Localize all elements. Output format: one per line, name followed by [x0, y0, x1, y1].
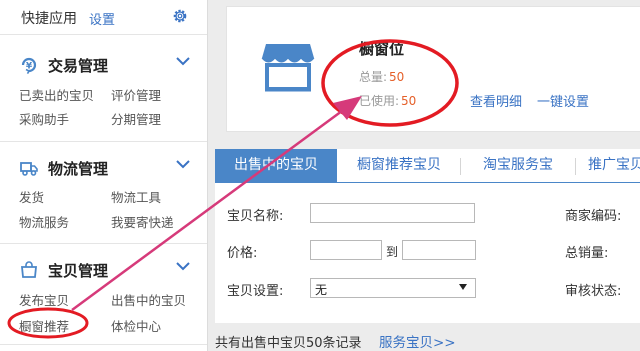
total-records-text: 共有出售中宝贝50条记录 [215, 336, 362, 351]
item-name-input[interactable] [310, 203, 475, 223]
storefront-icon [261, 44, 315, 92]
tab-promoted-items[interactable]: 推广宝贝 [576, 149, 640, 182]
quick-apps-title: 快捷应用 [21, 11, 77, 27]
divider [0, 243, 207, 244]
chevron-down-icon[interactable] [176, 56, 190, 66]
item-setting-value: 无 [315, 283, 328, 297]
results-footer: 共有出售中宝贝50条记录 服务宝贝>> [215, 324, 640, 351]
sidebar-link-purchase-assistant[interactable]: 采购助手 [19, 109, 69, 128]
section-trade-header[interactable]: ¥ 交易管理 [20, 55, 195, 75]
item-setting-select[interactable]: 无 [310, 278, 476, 298]
showcase-used-value: 50 [401, 94, 417, 108]
gear-icon[interactable] [172, 8, 188, 24]
section-logistics-header[interactable]: 物流管理 [20, 158, 195, 178]
divider [0, 141, 207, 142]
showcase-total-value: 50 [389, 70, 405, 84]
view-details-link[interactable]: 查看明细 [470, 91, 522, 110]
item-setting-label: 宝贝设置: [227, 284, 284, 299]
review-status-label: 审核状态: [565, 284, 622, 299]
sidebar-link-sold-items[interactable]: 已卖出的宝贝 [19, 85, 94, 104]
one-click-setup-link[interactable]: 一键设置 [537, 91, 589, 110]
sidebar-link-reviews[interactable]: 评价管理 [111, 85, 161, 104]
sidebar-link-items-on-sale[interactable]: 出售中的宝贝 [111, 290, 186, 309]
chevron-down-icon[interactable] [176, 261, 190, 271]
service-items-link[interactable]: 服务宝贝>> [379, 331, 456, 351]
chevron-down-icon[interactable] [176, 159, 190, 169]
showcase-card: 橱窗位 总量: 50 已使用: 50 查看明细 一键设置 [226, 6, 640, 132]
tab-items-on-sale[interactable]: 出售中的宝贝 [215, 149, 337, 182]
showcase-title: 橱窗位 [359, 40, 405, 58]
sidebar-link-logistics-service[interactable]: 物流服务 [19, 212, 69, 231]
quick-apps-settings-link[interactable]: 设置 [89, 9, 115, 28]
sidebar-link-installments[interactable]: 分期管理 [111, 109, 161, 128]
divider [0, 344, 207, 345]
merchant-code-label: 商家编码: [565, 209, 622, 224]
svg-text:¥: ¥ [26, 62, 33, 72]
section-items-header[interactable]: 宝贝管理 [20, 260, 195, 280]
price-label: 价格: [227, 246, 258, 261]
sidebar-link-health-check[interactable]: 体检中心 [111, 316, 161, 335]
price-max-input[interactable] [402, 240, 476, 260]
section-trade-title: 交易管理 [48, 57, 109, 75]
tab-taobao-service-items[interactable]: 淘宝服务宝 [461, 149, 575, 182]
price-to-label: 到 [386, 245, 399, 259]
yen-icon: ¥ [21, 57, 37, 74]
sidebar-link-logistics-tools[interactable]: 物流工具 [111, 187, 161, 206]
sidebar-link-showcase-recommend[interactable]: 橱窗推荐 [19, 316, 69, 335]
shop-bag-icon [21, 261, 37, 278]
truck-icon [20, 162, 38, 176]
dropdown-arrow-icon [459, 284, 467, 290]
quick-apps-header: 快捷应用 设置 [0, 0, 207, 35]
section-items-title: 宝贝管理 [48, 262, 109, 280]
showcase-used: 已使用: 50 [359, 94, 417, 108]
search-form: 宝贝名称: 商家编码: 价格: 到 总销量: 宝贝设置: 无 审核状态: [215, 183, 640, 323]
sidebar-link-ship[interactable]: 发货 [19, 187, 44, 206]
item-name-label: 宝贝名称: [227, 209, 284, 224]
section-logistics-title: 物流管理 [48, 160, 109, 178]
showcase-total: 总量: 50 [359, 70, 405, 84]
sidebar-link-send-express[interactable]: 我要寄快递 [111, 212, 174, 231]
price-min-input[interactable] [310, 240, 382, 260]
sidebar: 快捷应用 设置 ¥ 交易管理 已卖出的宝贝 评价管理 采购助手 分期管理 物流管… [0, 0, 208, 351]
tab-showcase-items[interactable]: 橱窗推荐宝贝 [339, 149, 459, 182]
total-sales-label: 总销量: [565, 246, 609, 261]
sidebar-link-publish-item[interactable]: 发布宝贝 [19, 290, 69, 309]
item-tabs: 出售中的宝贝 橱窗推荐宝贝 淘宝服务宝 推广宝贝 [215, 149, 640, 184]
